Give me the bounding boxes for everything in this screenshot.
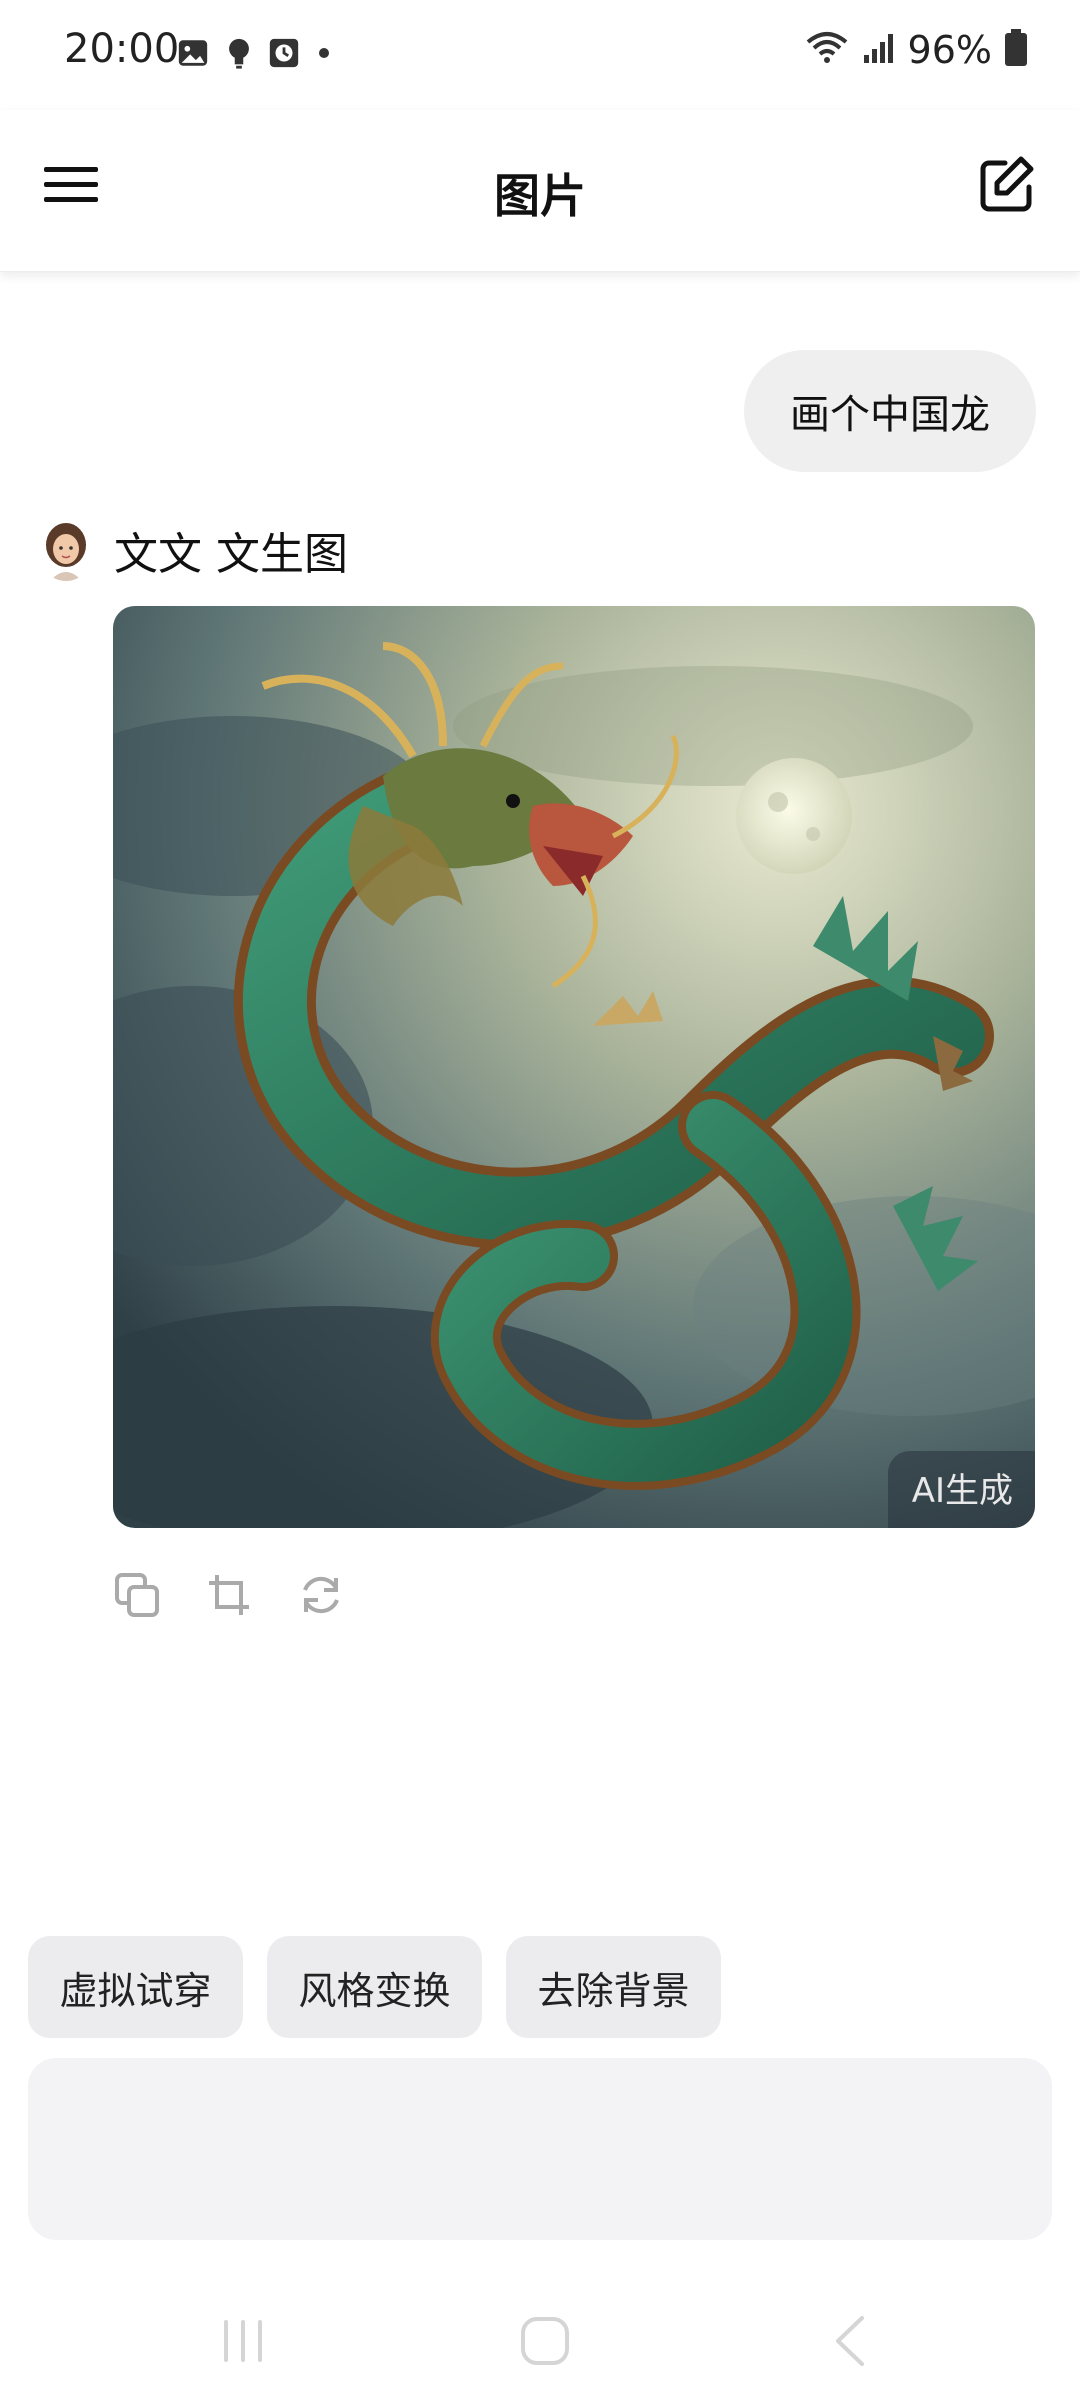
back-icon <box>830 2314 870 2372</box>
bot-name: 文文 文生图 <box>114 529 348 580</box>
recent-apps-icon <box>218 2316 268 2370</box>
refresh-icon <box>296 1570 346 1624</box>
home-button[interactable] <box>510 2308 580 2378</box>
regenerate-button[interactable] <box>296 1572 346 1622</box>
message-input[interactable] <box>28 2058 1052 2240</box>
dragon-illustration <box>113 606 1035 1528</box>
signal-icon <box>862 31 896 69</box>
generated-image[interactable]: AI生成 <box>113 606 1035 1528</box>
copy-icon <box>113 1571 161 1623</box>
user-message-bubble: 画个中国龙 <box>744 350 1036 472</box>
dot-icon <box>314 43 334 67</box>
crop-icon <box>207 1573 251 1621</box>
battery-icon <box>1004 29 1028 71</box>
status-bar: 20:00 96% <box>0 0 1080 110</box>
home-icon <box>518 2314 572 2372</box>
chip-virtual-try-on[interactable]: 虚拟试穿 <box>28 1936 243 2038</box>
image-icon <box>176 36 210 74</box>
chip-style-transfer[interactable]: 风格变换 <box>267 1936 482 2038</box>
new-chat-button[interactable] <box>972 152 1042 222</box>
page-title: 图片 <box>494 169 586 223</box>
back-button[interactable] <box>815 2308 885 2378</box>
system-icons: 96% <box>804 28 1028 72</box>
wifi-icon <box>804 30 850 70</box>
status-time: 20:00 <box>64 26 180 72</box>
copy-button[interactable] <box>112 1572 162 1622</box>
chip-remove-background[interactable]: 去除背景 <box>506 1936 721 2038</box>
crop-button[interactable] <box>204 1572 254 1622</box>
clock-icon <box>268 36 300 74</box>
notification-icons <box>176 36 334 74</box>
recent-apps-button[interactable] <box>208 2308 278 2378</box>
avatar <box>40 519 92 581</box>
user-message-text: 画个中国龙 <box>790 392 990 438</box>
quick-action-chips: 虚拟试穿 风格变换 去除背景 <box>28 1936 721 2038</box>
bulb-icon <box>224 36 254 74</box>
image-actions <box>112 1572 346 1622</box>
battery-percentage: 96% <box>907 28 992 72</box>
app-bar: 图片 <box>0 110 1080 272</box>
ai-generated-badge: AI生成 <box>887 1451 1035 1528</box>
system-navigation-bar <box>0 2280 1080 2400</box>
edit-icon <box>977 155 1037 219</box>
bot-header: 文文 文生图 <box>40 518 348 582</box>
